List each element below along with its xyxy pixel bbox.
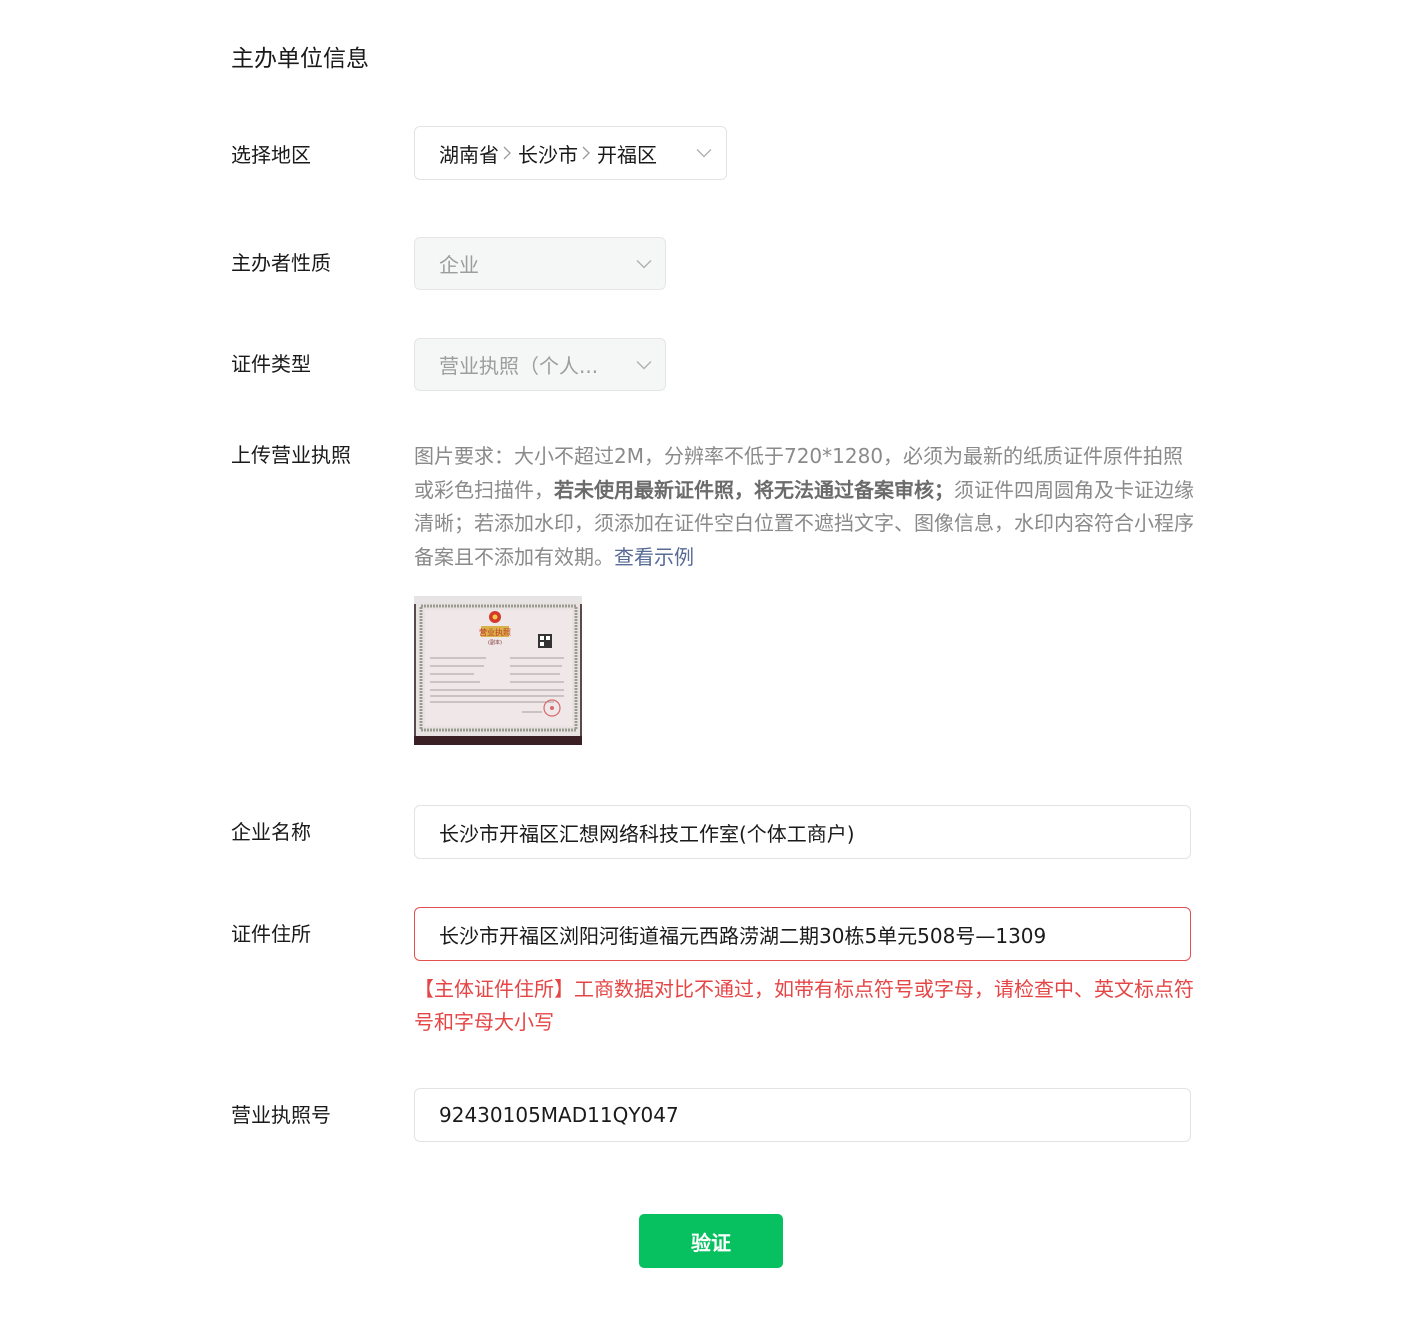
license-photo: 营业执照 (副本) xyxy=(414,596,582,745)
organizer-type-select[interactable]: 企业 xyxy=(414,237,666,290)
requirements-warning: 若未使用最新证件照，将无法通过备案审核； xyxy=(554,477,954,502)
license-number-value: 92430105MAD11QY047 xyxy=(439,1103,679,1127)
upload-license-label: 上传营业执照 xyxy=(231,443,351,467)
upload-requirements: 图片要求：大小不超过2M，分辨率不低于720*1280，必须为最新的纸质证件原件… xyxy=(414,440,1200,574)
region-district: 开福区 xyxy=(597,142,657,167)
cert-type-select[interactable]: 营业执照（个人... xyxy=(414,338,666,391)
view-example-link[interactable]: 查看示例 xyxy=(614,545,694,569)
company-name-input[interactable]: 长沙市开福区汇想网络科技工作室(个体工商户) xyxy=(414,805,1191,859)
chevron-down-icon xyxy=(636,259,652,268)
company-name-value: 长沙市开福区汇想网络科技工作室(个体工商户) xyxy=(439,821,855,846)
chevron-down-icon xyxy=(636,360,652,369)
organizer-type-value: 企业 xyxy=(439,253,479,277)
section-title: 主办单位信息 xyxy=(231,46,369,72)
cert-address-label: 证件住所 xyxy=(231,922,311,946)
region-select[interactable]: 湖南省 长沙市 开福区 xyxy=(414,126,727,180)
organizer-type-label: 主办者性质 xyxy=(231,251,331,275)
region-city: 长沙市 xyxy=(518,142,578,167)
license-thumbnail[interactable]: 营业执照 (副本) xyxy=(414,596,582,745)
cert-address-input[interactable]: 长沙市开福区浏阳河街道福元西路涝湖二期30栋5单元508号—1309 xyxy=(414,907,1191,961)
verify-button[interactable]: 验证 xyxy=(639,1214,783,1268)
company-name-label: 企业名称 xyxy=(231,820,311,844)
chevron-right-icon xyxy=(503,146,511,160)
main-entity-form: 主办单位信息 选择地区 湖南省 长沙市 开福区 主办者性质 企业 证件类型 营业… xyxy=(0,0,1428,1324)
license-subtitle: (副本) xyxy=(488,639,502,646)
license-number-label: 营业执照号 xyxy=(231,1103,331,1127)
cert-address-value: 长沙市开福区浏阳河街道福元西路涝湖二期30栋5单元508号—1309 xyxy=(439,923,1047,948)
cert-address-error: 【主体证件住所】工商数据对比不通过，如带有标点符号或字母，请检查中、英文标点符号… xyxy=(414,977,1194,1034)
cert-type-value: 营业执照（个人... xyxy=(439,354,599,378)
region-label: 选择地区 xyxy=(231,143,311,167)
license-title: 营业执照 xyxy=(479,627,511,637)
chevron-down-icon xyxy=(696,149,712,158)
cert-type-label: 证件类型 xyxy=(231,352,311,376)
license-number-input[interactable]: 92430105MAD11QY047 xyxy=(414,1088,1191,1142)
chevron-right-icon xyxy=(582,146,590,160)
region-province: 湖南省 xyxy=(439,142,499,167)
